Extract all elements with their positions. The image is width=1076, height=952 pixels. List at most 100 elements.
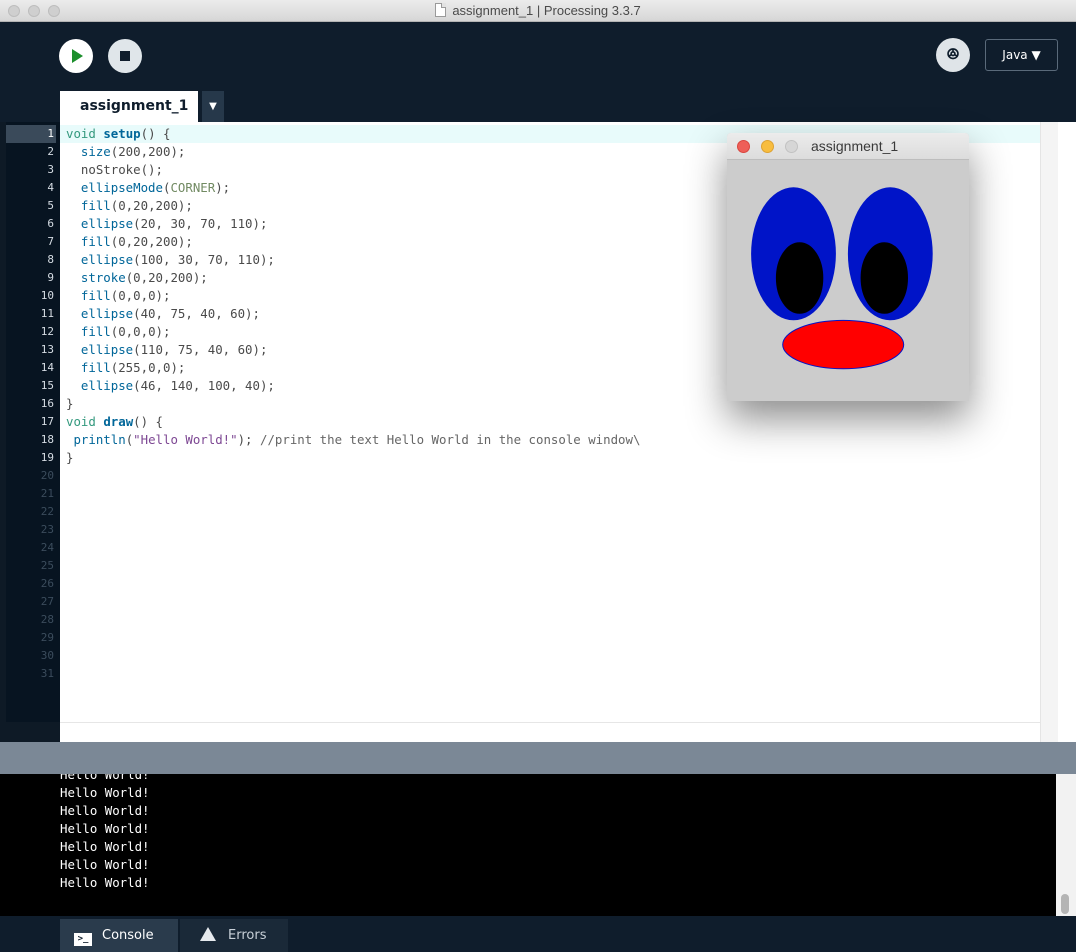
line-number: 27 bbox=[40, 595, 54, 608]
code-token: stroke bbox=[80, 270, 126, 285]
console-divider[interactable] bbox=[0, 742, 1076, 774]
line-number: 31 bbox=[40, 667, 54, 680]
code-line: stroke(0,20,200); bbox=[66, 269, 208, 287]
sketch-mouth bbox=[782, 319, 905, 370]
sketch-close-button[interactable] bbox=[737, 140, 750, 153]
console-line: Hello World! bbox=[60, 839, 150, 854]
sketch-zoom-button[interactable] bbox=[785, 140, 798, 153]
bottom-tab-bar: >_ Console Errors bbox=[0, 916, 1076, 952]
line-number: 18 bbox=[40, 433, 54, 446]
line-number: 14 bbox=[40, 361, 54, 374]
code-token: draw bbox=[103, 414, 134, 429]
sketch-canvas bbox=[727, 161, 969, 401]
debugger-button[interactable]: ꔮ bbox=[936, 38, 970, 72]
tab-strip: assignment_1 ▼ bbox=[0, 88, 1076, 122]
code-token: //print the text Hello World in the cons… bbox=[259, 432, 641, 447]
code-token: "Hello World!" bbox=[133, 432, 238, 447]
run-button[interactable] bbox=[59, 39, 93, 73]
line-number: 5 bbox=[47, 199, 54, 212]
sketch-window[interactable]: assignment_1 bbox=[727, 133, 969, 401]
code-token: (255,0,0); bbox=[110, 360, 186, 375]
line-number: 7 bbox=[47, 235, 54, 248]
code-token: (0,0,0); bbox=[110, 324, 171, 339]
code-line: fill(0,20,200); bbox=[66, 197, 193, 215]
console-icon: >_ bbox=[74, 933, 92, 946]
line-number: 8 bbox=[47, 253, 54, 266]
window-titlebar: assignment_1 | Processing 3.3.7 bbox=[0, 0, 1076, 22]
console-line: Hello World! bbox=[60, 821, 150, 836]
code-line: ellipse(46, 140, 100, 40); bbox=[66, 377, 275, 395]
console-line: Hello World! bbox=[60, 803, 150, 818]
code-token: (20, 30, 70, 110); bbox=[133, 216, 268, 231]
line-number: 22 bbox=[40, 505, 54, 518]
code-token: noStroke(); bbox=[66, 162, 163, 177]
console-output: Hello World! Hello World! Hello World! Hel… bbox=[0, 774, 1056, 916]
code-line: ellipseMode(CORNER); bbox=[66, 179, 230, 197]
line-number: 10 bbox=[40, 289, 54, 302]
code-token: ); bbox=[237, 432, 260, 447]
code-line: void draw() { bbox=[66, 413, 163, 431]
console-tab[interactable]: >_ Console bbox=[60, 919, 178, 952]
sketch-window-title: assignment_1 bbox=[811, 138, 899, 154]
line-number: 6 bbox=[47, 217, 54, 230]
line-number: 4 bbox=[47, 181, 54, 194]
tab-assignment-1[interactable]: assignment_1 bbox=[60, 91, 198, 122]
line-number: 25 bbox=[40, 559, 54, 572]
console-line-partial: Hello World! bbox=[60, 774, 150, 782]
code-token: fill bbox=[80, 288, 111, 303]
line-number: 28 bbox=[40, 613, 54, 626]
code-token: fill bbox=[80, 234, 111, 249]
code-token: ellipseMode bbox=[80, 180, 163, 195]
document-icon bbox=[435, 3, 447, 17]
code-token: ellipse bbox=[80, 252, 134, 267]
console-line: Hello World! bbox=[60, 857, 150, 872]
code-line: fill(0,0,0); bbox=[66, 323, 171, 341]
code-token: ellipse bbox=[80, 342, 134, 357]
code-token: } bbox=[66, 450, 74, 465]
editor-horizontal-scrollbar[interactable] bbox=[60, 722, 1040, 742]
code-token: ); bbox=[215, 180, 231, 195]
line-number: 26 bbox=[40, 577, 54, 590]
code-token: fill bbox=[80, 324, 111, 339]
console-scroll-thumb[interactable] bbox=[1061, 894, 1069, 914]
line-number: 9 bbox=[47, 271, 54, 284]
line-number: 29 bbox=[40, 631, 54, 644]
editor-vertical-scrollbar[interactable] bbox=[1040, 122, 1058, 742]
code-token: (200,200); bbox=[110, 144, 186, 159]
code-line: void setup() { bbox=[66, 125, 170, 143]
line-number: 1 bbox=[6, 125, 56, 143]
stop-button[interactable] bbox=[108, 39, 142, 73]
code-line: } bbox=[66, 395, 73, 413]
errors-tab[interactable]: Errors bbox=[180, 919, 288, 952]
line-number: 21 bbox=[40, 487, 54, 500]
console-scrollbar[interactable] bbox=[1056, 774, 1076, 916]
mode-selector[interactable]: Java ▼ bbox=[985, 39, 1058, 71]
console-tab-label: Console bbox=[102, 928, 154, 943]
code-line: ellipse(100, 30, 70, 110); bbox=[66, 251, 275, 269]
code-token: (0,20,200); bbox=[110, 234, 193, 249]
code-line: noStroke(); bbox=[66, 161, 163, 179]
warning-icon bbox=[200, 927, 216, 941]
code-token: fill bbox=[80, 360, 111, 375]
code-token: } bbox=[66, 396, 74, 411]
code-line: ellipse(40, 75, 40, 60); bbox=[66, 305, 260, 323]
code-token: (0,20,200); bbox=[125, 270, 208, 285]
code-line: println("Hello World!"); //print the tex… bbox=[66, 431, 640, 449]
sketch-minimize-button[interactable] bbox=[761, 140, 774, 153]
tab-menu-button[interactable]: ▼ bbox=[202, 91, 224, 122]
debugger-icon: ꔮ bbox=[946, 45, 960, 65]
code-token: ellipse bbox=[80, 378, 134, 393]
line-number: 24 bbox=[40, 541, 54, 554]
line-number: 12 bbox=[40, 325, 54, 338]
line-number: 30 bbox=[40, 649, 54, 662]
line-number: 3 bbox=[47, 163, 54, 176]
code-line: fill(0,20,200); bbox=[66, 233, 193, 251]
